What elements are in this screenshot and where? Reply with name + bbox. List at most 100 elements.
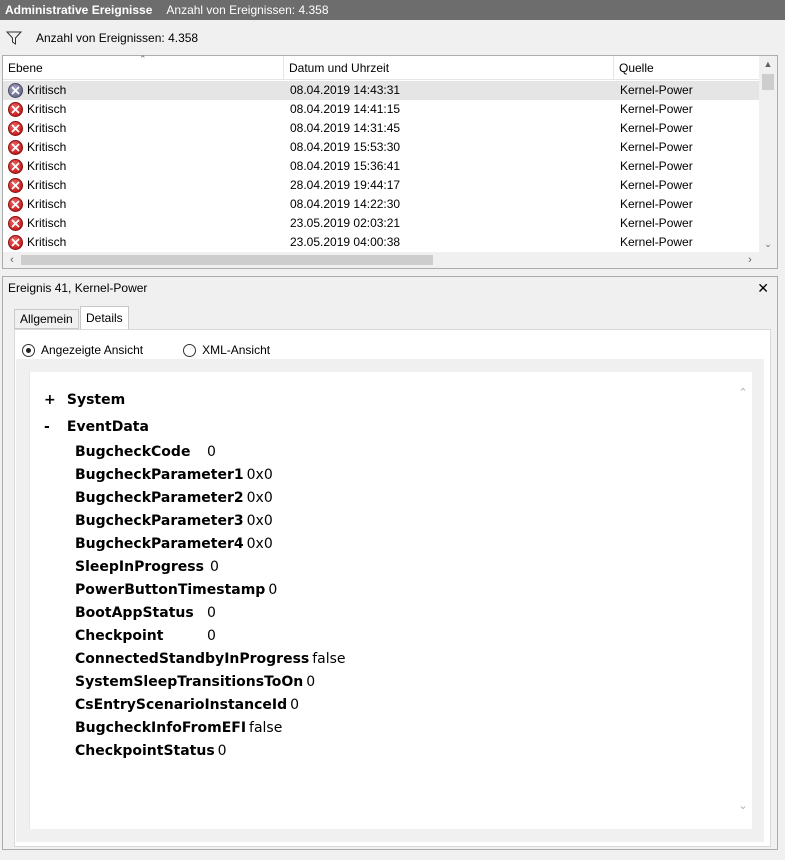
eventdata-item: BugcheckParameter3 0x0 [75, 513, 273, 529]
row-level: Kritisch [27, 140, 67, 154]
table-row[interactable]: Kritisch 23.05.2019 04:00:38 Kernel-Power [3, 233, 759, 252]
row-level: Kritisch [27, 121, 67, 135]
eventdata-key: CheckpointStatus [75, 743, 215, 759]
eventdata-value: 0x0 [246, 467, 273, 483]
eventdata-item: Checkpoint 0 [75, 628, 216, 644]
tree-node-eventdata-label: EventData [66, 419, 149, 435]
table-row[interactable]: Kritisch 08.04.2019 14:22:30 Kernel-Power [3, 195, 759, 214]
eventdata-key: ConnectedStandbyInProgress [75, 651, 310, 667]
row-level: Kritisch [27, 235, 67, 249]
column-header-datetime-label: Datum und Uhrzeit [289, 61, 390, 75]
error-icon [8, 235, 23, 250]
row-datetime: 08.04.2019 14:31:45 [290, 121, 401, 135]
event-list-vertical-scrollbar[interactable]: ▲ ⌄ [759, 56, 777, 252]
radio-xml-view[interactable]: XML-Ansicht [183, 343, 270, 357]
event-detail-panel: Ereignis 41, Kernel-Power ✕ Allgemein De… [2, 276, 778, 850]
expand-icon[interactable]: + [44, 392, 62, 408]
table-row[interactable]: Kritisch 08.04.2019 14:41:15 Kernel-Power [3, 100, 759, 119]
eventdata-key: BugcheckParameter3 [75, 513, 244, 529]
collapse-icon[interactable]: - [44, 419, 62, 435]
tab-details[interactable]: Details [80, 306, 129, 330]
row-source: Kernel-Power [620, 216, 693, 230]
eventdata-key: BootAppStatus [75, 605, 194, 621]
friendly-view-content: + System - EventData BugcheckCode 0 Bugche… [30, 372, 752, 829]
eventdata-item: BugcheckParameter1 0x0 [75, 467, 273, 483]
row-source: Kernel-Power [620, 102, 693, 116]
eventdata-value: 0 [217, 743, 227, 759]
horizontal-scrollbar-thumb[interactable] [21, 255, 433, 265]
row-level: Kritisch [27, 197, 67, 211]
tree-node-eventdata[interactable]: - EventData [44, 419, 149, 435]
table-row[interactable]: Kritisch 23.05.2019 02:03:21 Kernel-Power [3, 214, 759, 233]
radio-xml-view-label: XML-Ansicht [202, 343, 271, 357]
eventdata-value: 0 [207, 605, 216, 621]
tree-node-system-label: System [66, 392, 126, 408]
eventdata-item: CheckpointStatus 0 [75, 743, 227, 759]
error-icon [8, 121, 23, 136]
tab-details-label: Details [86, 311, 123, 325]
row-datetime: 08.04.2019 14:41:15 [290, 102, 401, 116]
tab-general[interactable]: Allgemein [14, 309, 79, 329]
eventdata-item: CsEntryScenarioInstanceId 0 [75, 697, 299, 713]
scroll-up-arrow-icon[interactable]: ▲ [759, 56, 777, 72]
sort-ascending-icon: ⌃ [139, 54, 147, 64]
column-header-source-label: Quelle [619, 61, 654, 75]
eventdata-key: BugcheckParameter1 [75, 467, 244, 483]
eventdata-key: CsEntryScenarioInstanceId [75, 697, 288, 713]
eventdata-key: BugcheckParameter2 [75, 490, 244, 506]
scroll-left-arrow-icon[interactable]: ‹ [3, 252, 21, 268]
filter-icon[interactable] [6, 31, 22, 45]
scroll-up-arrow-icon[interactable]: ⌃ [734, 384, 752, 402]
error-icon [8, 178, 23, 193]
radio-selected-icon[interactable] [22, 343, 35, 357]
row-datetime: 08.04.2019 14:22:30 [290, 197, 401, 211]
table-row[interactable]: Kritisch 08.04.2019 15:53:30 Kernel-Power [3, 138, 759, 157]
column-header-datetime[interactable]: Datum und Uhrzeit [284, 56, 614, 80]
eventdata-item: BugcheckParameter4 0x0 [75, 536, 273, 552]
eventdata-item: SleepInProgress 0 [75, 559, 219, 575]
radio-unselected-icon[interactable] [183, 343, 197, 357]
eventdata-value: 0 [207, 628, 216, 644]
eventdata-value: 0 [207, 444, 216, 460]
scroll-down-arrow-icon[interactable]: ⌄ [734, 797, 752, 815]
eventdata-key: Checkpoint [75, 628, 164, 644]
view-mode-options: Angezeigte Ansicht XML-Ansicht [22, 340, 310, 360]
eventdata-key: SleepInProgress [75, 559, 204, 575]
radio-friendly-view-label: Angezeigte Ansicht [41, 343, 144, 357]
tab-general-label: Allgemein [20, 312, 73, 326]
radio-friendly-view[interactable]: Angezeigte Ansicht [22, 343, 143, 357]
filter-bar: Anzahl von Ereignissen: 4.358 [0, 26, 785, 50]
eventdata-key: BugcheckInfoFromEFI [75, 720, 247, 736]
table-row[interactable]: Kritisch 28.04.2019 19:44:17 Kernel-Power [3, 176, 759, 195]
eventdata-key: BugcheckCode [75, 444, 191, 460]
details-vertical-scrollbar[interactable]: ⌃ ⌄ [734, 372, 752, 829]
eventdata-key: BugcheckParameter4 [75, 536, 244, 552]
row-datetime: 28.04.2019 19:44:17 [290, 178, 401, 192]
eventdata-value: false [249, 720, 283, 736]
eventdata-key: PowerButtonTimestamp [75, 582, 266, 598]
error-icon [8, 159, 23, 174]
friendly-view-pane: + System - EventData BugcheckCode 0 Bugche… [16, 359, 764, 842]
row-level: Kritisch [27, 159, 67, 173]
table-row[interactable]: Kritisch 08.04.2019 14:43:31 Kernel-Power [3, 81, 759, 100]
scroll-right-arrow-icon[interactable]: › [741, 252, 759, 268]
row-datetime: 08.04.2019 14:43:31 [290, 83, 401, 97]
tree-node-system[interactable]: + System [44, 392, 125, 408]
eventdata-key: SystemSleepTransitionsToOn [75, 674, 304, 690]
close-icon[interactable]: ✕ [757, 277, 769, 299]
row-source: Kernel-Power [620, 197, 693, 211]
table-row[interactable]: Kritisch 08.04.2019 14:31:45 Kernel-Power [3, 119, 759, 138]
table-row[interactable]: Kritisch 08.04.2019 15:36:41 Kernel-Power [3, 157, 759, 176]
event-list-horizontal-scrollbar[interactable]: ‹ › [3, 252, 777, 268]
scrollbar-thumb[interactable] [762, 74, 774, 90]
scroll-down-arrow-icon[interactable]: ⌄ [759, 236, 777, 252]
eventdata-value: 0 [306, 674, 316, 690]
column-header-source[interactable]: Quelle [614, 56, 759, 80]
row-source: Kernel-Power [620, 121, 693, 135]
event-list: Ebene ⌃ Datum und Uhrzeit Quelle Kritisc… [2, 54, 778, 269]
eventdata-value: 0 [268, 582, 278, 598]
row-level: Kritisch [27, 102, 67, 116]
details-tab-content: Angezeigte Ansicht XML-Ansicht + System … [14, 329, 771, 847]
event-detail-header: Ereignis 41, Kernel-Power ✕ [3, 277, 777, 299]
row-datetime: 23.05.2019 04:00:38 [290, 235, 401, 249]
